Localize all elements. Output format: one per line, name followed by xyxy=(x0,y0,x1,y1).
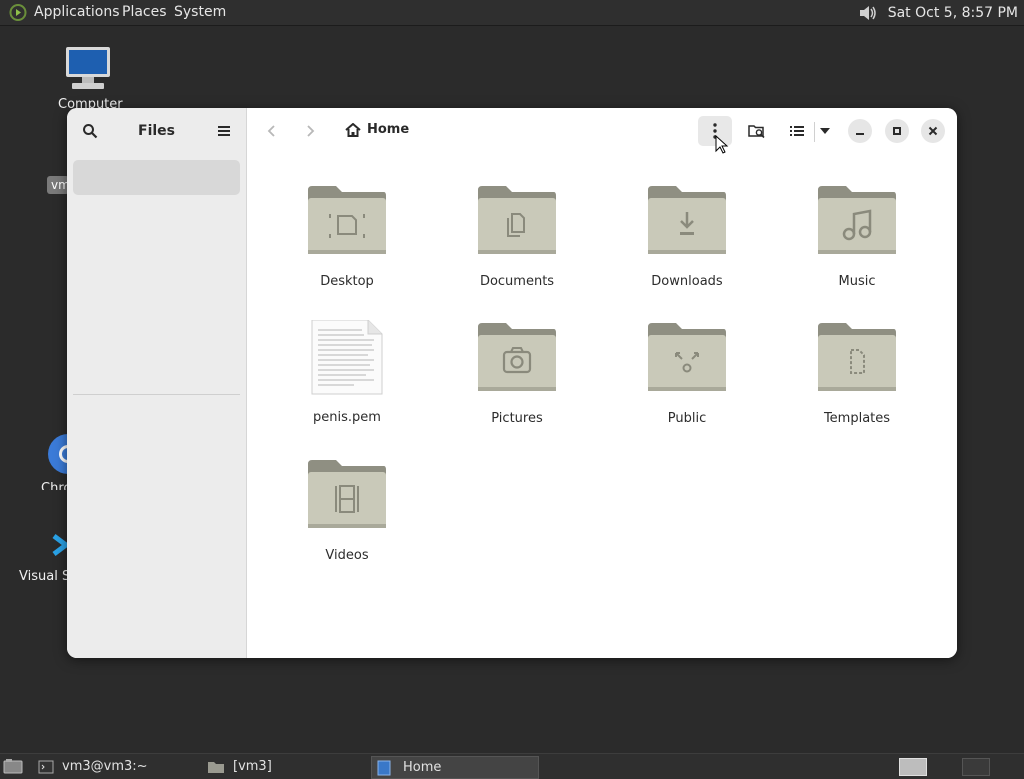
text-file-icon xyxy=(311,319,383,395)
file-item[interactable]: Documents xyxy=(432,184,602,289)
file-item[interactable]: Pictures xyxy=(432,321,602,426)
task-label: Home xyxy=(403,760,442,775)
chevron-left-icon xyxy=(267,125,275,137)
task-folder[interactable]: [vm3] xyxy=(203,756,368,777)
vscode-icon xyxy=(52,534,67,556)
file-label: Documents xyxy=(479,274,555,289)
computer-icon xyxy=(66,47,110,89)
taskbar: vm3@vm3:~ [vm3] Home xyxy=(0,753,1024,779)
folder-search-icon xyxy=(748,125,765,139)
task-label: [vm3] xyxy=(233,759,272,774)
applications-logo-icon[interactable] xyxy=(9,4,27,21)
maximize-icon xyxy=(893,127,901,135)
home-icon xyxy=(345,122,361,137)
folder-public-icon xyxy=(648,323,726,391)
forward-button[interactable] xyxy=(293,116,327,146)
task-home[interactable]: Home xyxy=(371,756,539,779)
file-item[interactable]: Templates xyxy=(772,321,942,426)
desktop-tooltip: vm xyxy=(47,176,69,194)
sidebar-header: Files xyxy=(67,108,246,154)
file-label: Templates xyxy=(823,411,891,426)
search-folder-button[interactable] xyxy=(740,116,774,146)
menu-applications[interactable]: Applications xyxy=(34,4,120,20)
mouse-cursor-icon xyxy=(715,135,729,154)
folder-downloads-icon xyxy=(648,186,726,254)
file-item[interactable]: Videos xyxy=(262,458,432,563)
file-item[interactable]: Downloads xyxy=(602,184,772,289)
file-label: Downloads xyxy=(651,274,723,289)
path-home-button[interactable]: Home xyxy=(345,122,409,137)
folder-templates-icon xyxy=(818,323,896,391)
file-label: Desktop xyxy=(320,274,374,289)
main-view: Home Desktop Documents Downloads Music p… xyxy=(247,108,957,658)
desktop-icon-label: Chro xyxy=(41,481,68,490)
desktop-vscode[interactable]: Visual St xyxy=(10,530,67,590)
workspace-1[interactable] xyxy=(899,758,927,776)
file-item[interactable]: Desktop xyxy=(262,184,432,289)
top-panel: Applications Places System Sat Oct 5, 8:… xyxy=(0,0,1024,26)
menu-system[interactable]: System xyxy=(174,4,226,20)
minimize-button[interactable] xyxy=(848,119,872,143)
terminal-icon xyxy=(38,760,54,773)
files-app-icon xyxy=(377,760,391,775)
chevron-right-icon xyxy=(307,125,315,137)
workspace-2[interactable] xyxy=(962,758,990,776)
path-label: Home xyxy=(367,122,410,137)
file-label: Public xyxy=(667,411,707,426)
file-label: Videos xyxy=(325,548,369,563)
sidebar-menu-icon[interactable] xyxy=(217,125,231,137)
file-item[interactable]: penis.pem xyxy=(262,319,432,425)
task-terminal[interactable]: vm3@vm3:~ xyxy=(33,756,198,777)
sidebar-selected-row[interactable] xyxy=(73,160,240,195)
file-label: Pictures xyxy=(491,411,543,426)
desktop-computer[interactable]: Computer xyxy=(52,45,124,112)
view-options-button[interactable] xyxy=(808,116,842,146)
folder-pictures-icon xyxy=(478,323,556,391)
sidebar: Files xyxy=(67,108,247,658)
file-label: Music xyxy=(838,274,876,289)
volume-icon[interactable] xyxy=(858,4,878,22)
folder-videos-icon xyxy=(308,460,386,528)
file-item[interactable]: Public xyxy=(602,321,772,426)
folder-music-icon xyxy=(818,186,896,254)
list-view-icon xyxy=(790,126,804,136)
desktop-icon-label: Visual St xyxy=(19,569,67,584)
task-label: vm3@vm3:~ xyxy=(62,759,148,774)
headerbar: Home xyxy=(247,108,957,154)
folder-desktop-icon xyxy=(308,186,386,254)
desktop-chrome[interactable]: Chro xyxy=(30,430,68,490)
sidebar-separator xyxy=(73,394,240,395)
folder-icon xyxy=(208,761,224,773)
menu-places[interactable]: Places xyxy=(122,4,167,20)
files-window: Files Home Desktop Documents Downloads M… xyxy=(67,108,957,658)
chevron-down-icon xyxy=(820,128,830,134)
show-desktop-icon[interactable] xyxy=(3,758,23,774)
file-label: penis.pem xyxy=(313,410,381,425)
file-item[interactable]: Music xyxy=(772,184,942,289)
close-icon xyxy=(928,126,938,136)
maximize-button[interactable] xyxy=(885,119,909,143)
close-button[interactable] xyxy=(921,119,945,143)
clock[interactable]: Sat Oct 5, 8:57 PM xyxy=(888,5,1018,21)
folder-documents-icon xyxy=(478,186,556,254)
chrome-icon xyxy=(48,434,68,474)
back-button[interactable] xyxy=(255,116,289,146)
minimize-icon xyxy=(856,133,864,135)
